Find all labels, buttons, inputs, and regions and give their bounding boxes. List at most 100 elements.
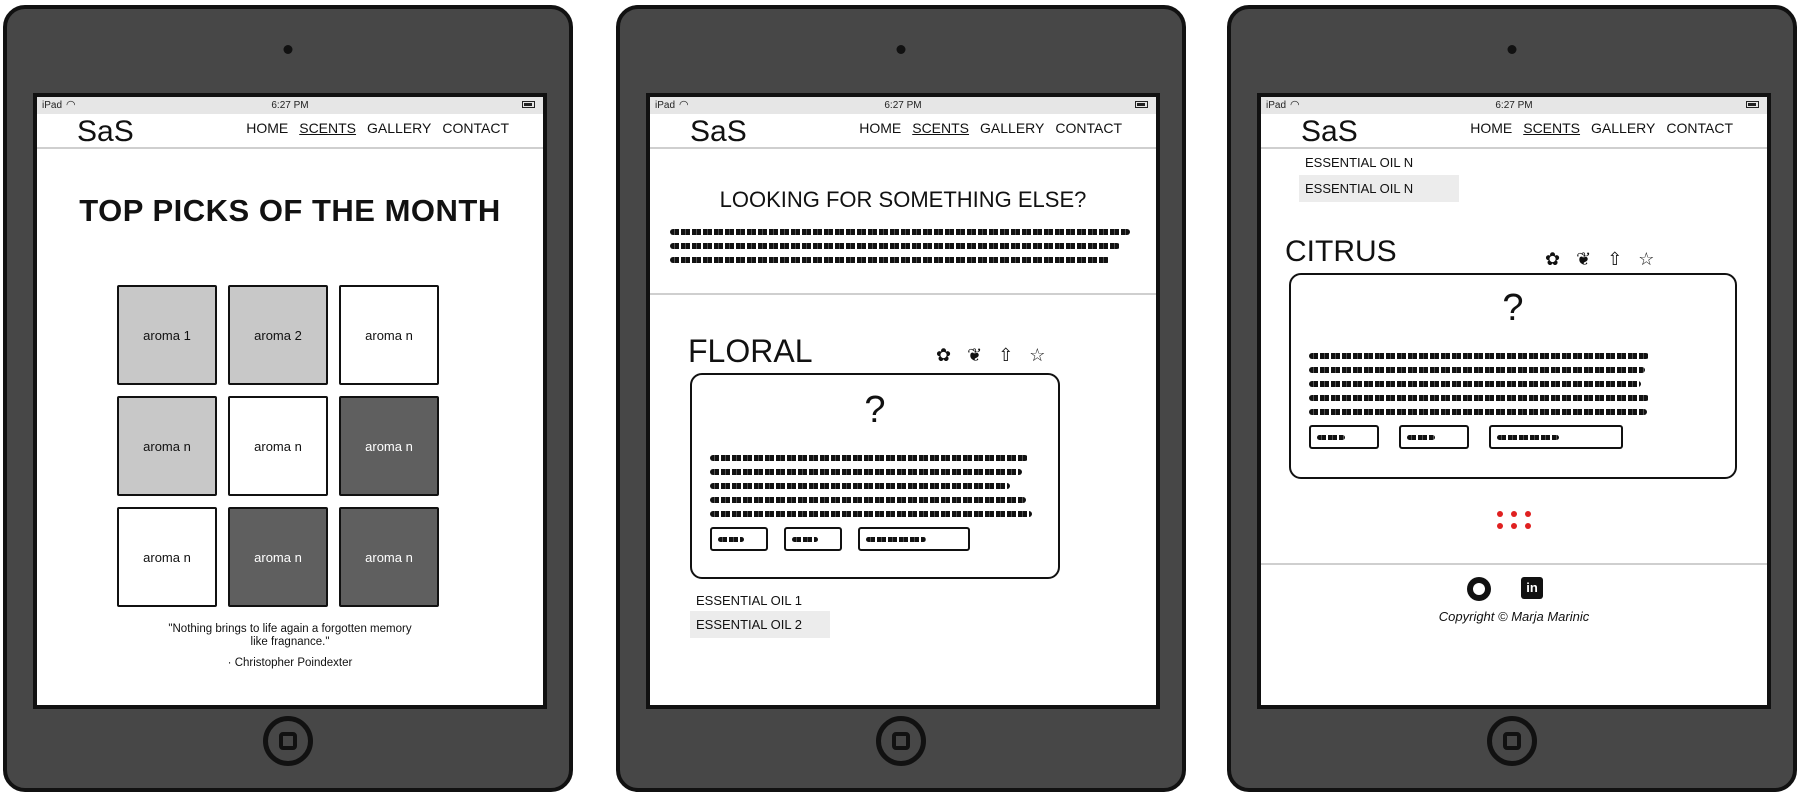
battery-icon (1746, 101, 1759, 108)
section-heading: LOOKING FOR SOMETHING ELSE? (719, 187, 1087, 212)
page-title: TOP PICKS OF THE MONTH (79, 193, 501, 228)
card-description (1309, 353, 1719, 423)
aroma-tile[interactable]: aroma n (228, 507, 328, 607)
home-button[interactable] (1487, 716, 1537, 766)
tree-icon[interactable]: ⇧ (1607, 249, 1622, 270)
social-links: in (1467, 577, 1543, 601)
nav-home[interactable]: HOME (246, 120, 288, 136)
placeholder-line (1309, 395, 1649, 401)
status-time: 6:27 PM (1495, 100, 1533, 111)
tag-button[interactable] (1309, 425, 1379, 449)
top-picks-grid: aroma 1 aroma 2 aroma n aroma n aroma n … (117, 285, 439, 607)
aroma-tile[interactable]: aroma n (117, 396, 217, 496)
nav-scents[interactable]: SCENTS (912, 120, 969, 136)
nav-menu: HOME SCENTS GALLERY CONTACT (246, 120, 509, 136)
status-time: 6:27 PM (884, 100, 922, 111)
star-icon[interactable]: ☆ (1029, 345, 1045, 366)
status-bar: iPad ◠ 6:27 PM (37, 97, 543, 114)
placeholder-paragraph (670, 229, 1140, 271)
tag-button[interactable] (710, 527, 768, 551)
status-bar: iPad ◠ 6:27 PM (650, 97, 1156, 114)
nav-home[interactable]: HOME (859, 120, 901, 136)
oil-list-item[interactable]: ESSENTIAL OIL 1 (690, 587, 830, 614)
scent-card[interactable]: ? (690, 373, 1060, 579)
oil-list-item[interactable]: ESSENTIAL OIL N (1299, 175, 1459, 202)
site-logo[interactable]: SaS (690, 115, 747, 149)
camera-dot (1507, 45, 1517, 54)
nav-gallery[interactable]: GALLERY (980, 120, 1044, 136)
nav-contact[interactable]: CONTACT (1666, 120, 1733, 136)
placeholder-line (710, 483, 1010, 489)
nav-scents[interactable]: SCENTS (299, 120, 356, 136)
footer-divider (1261, 563, 1767, 565)
status-time: 6:27 PM (271, 100, 309, 111)
placeholder-line (670, 229, 1130, 235)
placeholder-line (1317, 435, 1345, 440)
ipad-frame-2: iPad ◠ 6:27 PM SaS HOME SCENTS GALLERY C… (616, 5, 1186, 792)
placeholder-line (670, 243, 1120, 249)
star-icon[interactable]: ☆ (1638, 249, 1654, 270)
screen-home: iPad ◠ 6:27 PM SaS HOME SCENTS GALLERY C… (33, 93, 547, 709)
screen-scents-floral: iPad ◠ 6:27 PM SaS HOME SCENTS GALLERY C… (646, 93, 1160, 709)
aroma-tile[interactable]: aroma 1 (117, 285, 217, 385)
category-title: FLORAL (688, 333, 813, 369)
tag-button[interactable] (858, 527, 970, 551)
image-placeholder: ? (1502, 287, 1524, 329)
category-icons: ✿ ❦ ⇧ ☆ (936, 345, 1045, 366)
nav-home[interactable]: HOME (1470, 120, 1512, 136)
aroma-tile[interactable]: aroma 2 (228, 285, 328, 385)
screen-scents-citrus: iPad ◠ 6:27 PM SaS HOME SCENTS GALLERY C… (1257, 93, 1771, 709)
ipad-frame-1: iPad ◠ 6:27 PM SaS HOME SCENTS GALLERY C… (3, 5, 573, 792)
flower-icon[interactable]: ✿ (1545, 249, 1560, 270)
leaf-icon[interactable]: ❦ (1576, 249, 1591, 270)
nav-contact[interactable]: CONTACT (1055, 120, 1122, 136)
placeholder-line (1309, 381, 1641, 387)
battery-icon (1135, 101, 1148, 108)
placeholder-line (710, 511, 1032, 517)
github-icon[interactable] (1467, 577, 1491, 601)
nav-contact[interactable]: CONTACT (442, 120, 509, 136)
placeholder-line (1309, 409, 1647, 415)
nav-scents[interactable]: SCENTS (1523, 120, 1580, 136)
aroma-tile[interactable]: aroma n (228, 396, 328, 496)
placeholder-line (710, 497, 1026, 503)
camera-dot (283, 45, 293, 54)
dot (1525, 523, 1531, 529)
quote-line-1: "Nothing brings to life again a forgotte… (168, 623, 412, 635)
nav-gallery[interactable]: GALLERY (367, 120, 431, 136)
category-title: CITRUS (1285, 235, 1397, 268)
nav-gallery[interactable]: GALLERY (1591, 120, 1655, 136)
aroma-tile[interactable]: aroma n (339, 285, 439, 385)
navbar: SaS HOME SCENTS GALLERY CONTACT (1261, 114, 1767, 149)
quote: "Nothing brings to life again a forgotte… (37, 623, 543, 649)
linkedin-icon[interactable]: in (1521, 577, 1543, 599)
oil-list-item[interactable]: ESSENTIAL OIL 2 (690, 611, 830, 638)
tree-icon[interactable]: ⇧ (998, 345, 1013, 366)
aroma-tile[interactable]: aroma n (117, 507, 217, 607)
site-logo[interactable]: SaS (1301, 115, 1358, 149)
aroma-tile[interactable]: aroma n (339, 507, 439, 607)
aroma-tile[interactable]: aroma n (339, 396, 439, 496)
oil-list-item[interactable]: ESSENTIAL OIL N (1299, 149, 1459, 176)
placeholder-line (1497, 435, 1559, 440)
home-button[interactable] (263, 716, 313, 766)
placeholder-line (1407, 435, 1435, 440)
tag-button[interactable] (1489, 425, 1623, 449)
home-button[interactable] (876, 716, 926, 766)
dot (1511, 511, 1517, 517)
site-logo[interactable]: SaS (77, 115, 134, 149)
placeholder-line (1309, 367, 1645, 373)
tag-button[interactable] (784, 527, 842, 551)
loading-dots (1497, 511, 1531, 529)
nav-menu: HOME SCENTS GALLERY CONTACT (1470, 120, 1733, 136)
flower-icon[interactable]: ✿ (936, 345, 951, 366)
divider (650, 293, 1156, 295)
battery-icon (522, 101, 535, 108)
card-description (710, 455, 1040, 525)
camera-dot (896, 45, 906, 54)
tag-button[interactable] (1399, 425, 1469, 449)
scent-card[interactable]: ? (1289, 273, 1737, 479)
quote-line-2: like fragnance." (250, 636, 330, 648)
image-placeholder: ? (864, 389, 886, 431)
leaf-icon[interactable]: ❦ (967, 345, 982, 366)
